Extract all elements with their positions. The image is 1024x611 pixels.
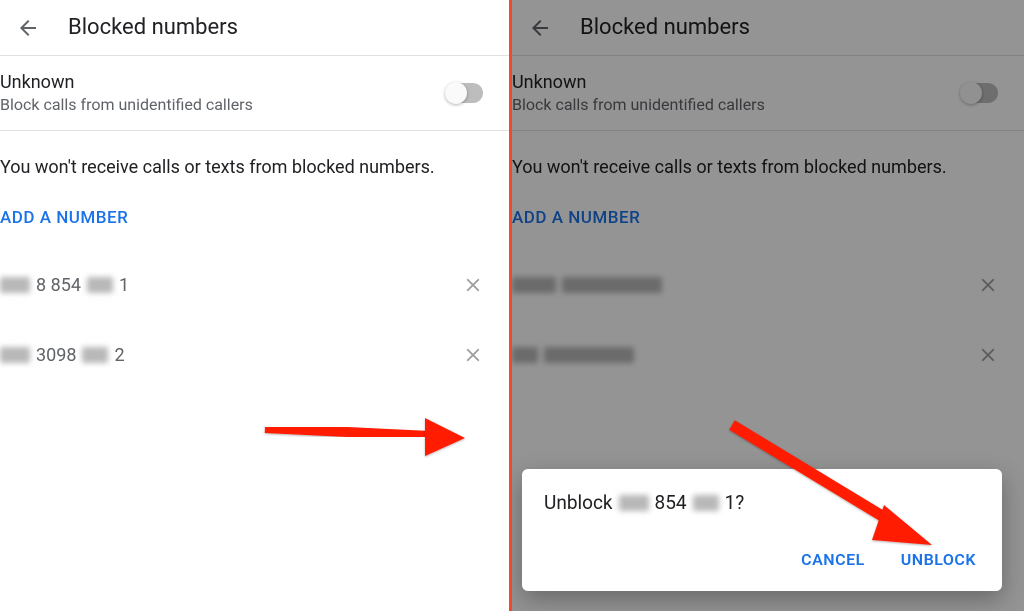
unknown-switch[interactable] [447, 83, 483, 103]
redacted-text [619, 495, 649, 511]
blocked-number-row: 8 854 1 [0, 250, 509, 320]
close-icon [462, 274, 484, 296]
header: Blocked numbers [0, 0, 509, 56]
left-panel: Blocked numbers Unknown Block calls from… [0, 0, 512, 611]
redacted-text [0, 347, 30, 363]
blocked-number-label: 3098 2 [0, 345, 125, 366]
right-panel: Blocked numbers Unknown Block calls from… [512, 0, 1024, 611]
unknown-subtitle: Block calls from unidentified callers [0, 95, 253, 114]
unknown-toggle-row[interactable]: Unknown Block calls from unidentified ca… [0, 56, 509, 131]
blocked-number-row: 3098 2 [0, 320, 509, 390]
add-number-button[interactable]: ADD A NUMBER [0, 188, 509, 250]
back-icon[interactable] [4, 4, 52, 52]
close-icon [462, 344, 484, 366]
dialog-title: Unblock 854 1? [544, 491, 980, 514]
info-text: You won't receive calls or texts from bl… [0, 131, 509, 188]
page-title: Blocked numbers [68, 15, 238, 40]
arrow-annotation [260, 398, 470, 458]
redacted-text [693, 495, 719, 511]
cancel-button[interactable]: CANCEL [797, 542, 869, 577]
unknown-title: Unknown [0, 72, 253, 93]
remove-number-button[interactable] [453, 335, 493, 375]
redacted-text [87, 277, 113, 293]
unblock-button[interactable]: UNBLOCK [897, 542, 980, 577]
redacted-text [0, 277, 30, 293]
blocked-number-label: 8 854 1 [0, 275, 129, 296]
unblock-dialog: Unblock 854 1? CANCEL UNBLOCK [522, 469, 1002, 591]
redacted-text [82, 347, 108, 363]
remove-number-button[interactable] [453, 265, 493, 305]
